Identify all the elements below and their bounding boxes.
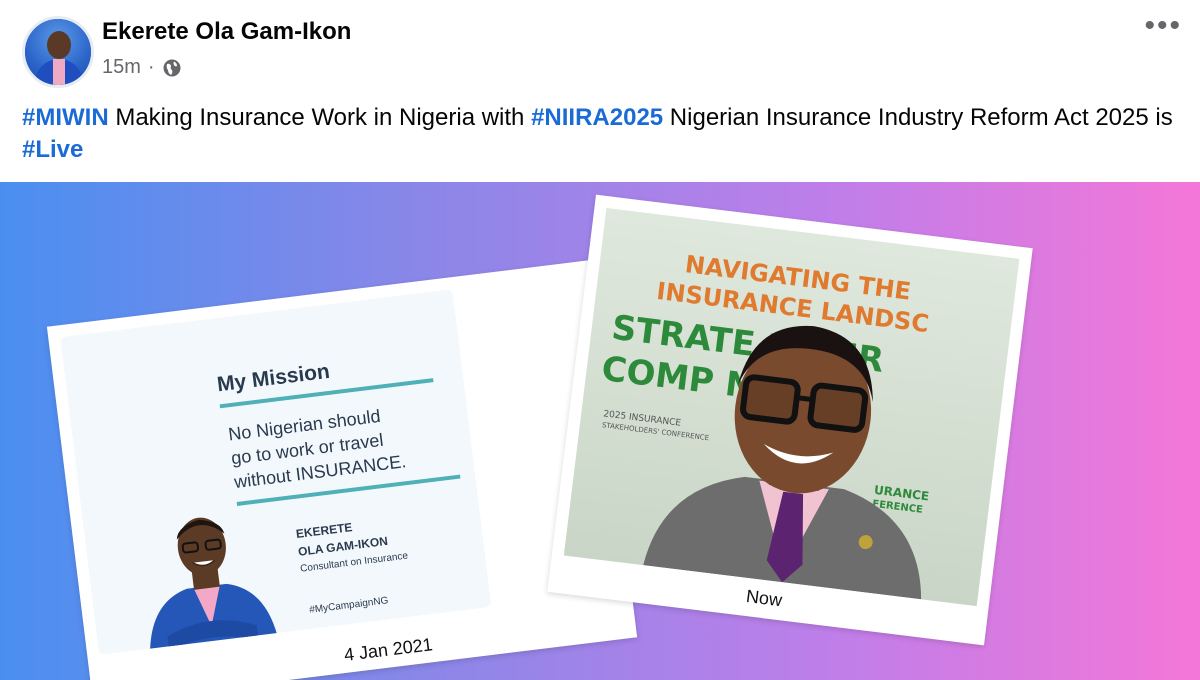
- portrait-illustration: [150, 517, 280, 655]
- polaroid-card-now: NAVIGATING THE INSURANCE LANDSC STRATE R…: [547, 194, 1033, 646]
- poster-hashtag: #MyCampaignNG: [308, 595, 389, 616]
- post-meta: 15m ·: [102, 56, 182, 79]
- mission-poster: My Mission No Nigerian should go to work…: [60, 289, 492, 655]
- event-photo: NAVIGATING THE INSURANCE LANDSC STRATE R…: [563, 208, 1020, 607]
- author-name[interactable]: Ekerete Ola Gam-Ikon: [102, 18, 351, 46]
- post-text-part-2: Nigerian Insurance Industry Reform Act 2…: [663, 104, 1173, 131]
- post-text: #MIWIN Making Insurance Work in Nigeria …: [22, 102, 1182, 166]
- avatar[interactable]: [22, 16, 94, 88]
- globe-icon[interactable]: [162, 58, 182, 78]
- hashtag-niira2025[interactable]: #NIIRA2025: [531, 104, 663, 131]
- caption-now: Now: [745, 586, 784, 611]
- post-text-part-1: Making Insurance Work in Nigeria with: [108, 104, 532, 131]
- post-image[interactable]: My Mission No Nigerian should go to work…: [0, 182, 1200, 680]
- post-time[interactable]: 15m: [102, 56, 141, 79]
- polaroid-card-2021: My Mission No Nigerian should go to work…: [46, 260, 638, 680]
- portrait-photo: [643, 325, 922, 600]
- more-options-button[interactable]: •••: [1144, 11, 1182, 41]
- hashtag-miwin[interactable]: #MIWIN: [22, 104, 109, 131]
- post-header: Ekerete Ola Gam-Ikon 15m · •••: [0, 0, 1200, 95]
- caption-date: 4 Jan 2021: [342, 634, 434, 665]
- meta-separator: ·: [147, 56, 155, 78]
- hashtag-live[interactable]: #Live: [22, 136, 83, 163]
